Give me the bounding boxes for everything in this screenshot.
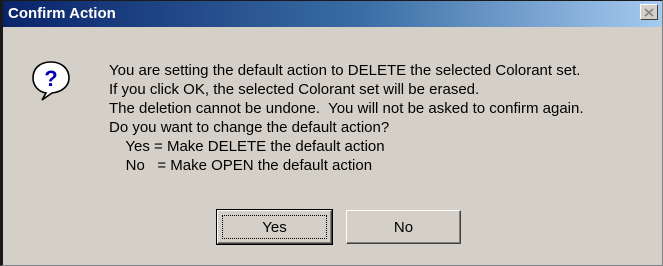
no-button[interactable]: No [346, 210, 461, 244]
message-line: No = Make OPEN the default action [109, 157, 373, 174]
close-button[interactable] [640, 4, 658, 20]
dialog-title: Confirm Action [8, 5, 116, 22]
message-line: If you click OK, the selected Colorant s… [109, 81, 480, 98]
close-icon [644, 7, 654, 17]
question-icon: ? [32, 61, 70, 101]
message-line: The deletion cannot be undone. You will … [109, 100, 584, 117]
message-line: Yes = Make DELETE the default action [109, 138, 385, 155]
message-line: Do you want to change the default action… [109, 119, 390, 136]
title-bar[interactable]: Confirm Action [3, 1, 662, 27]
message-line: You are setting the default action to DE… [109, 62, 581, 79]
message-text: You are setting the default action to DE… [109, 61, 584, 175]
no-button-label: No [393, 218, 414, 236]
confirm-action-dialog: Confirm Action ? You are setting the def… [0, 0, 663, 266]
svg-text:?: ? [44, 66, 57, 91]
yes-button-label: Yes [262, 218, 287, 236]
yes-button[interactable]: Yes [216, 209, 333, 245]
